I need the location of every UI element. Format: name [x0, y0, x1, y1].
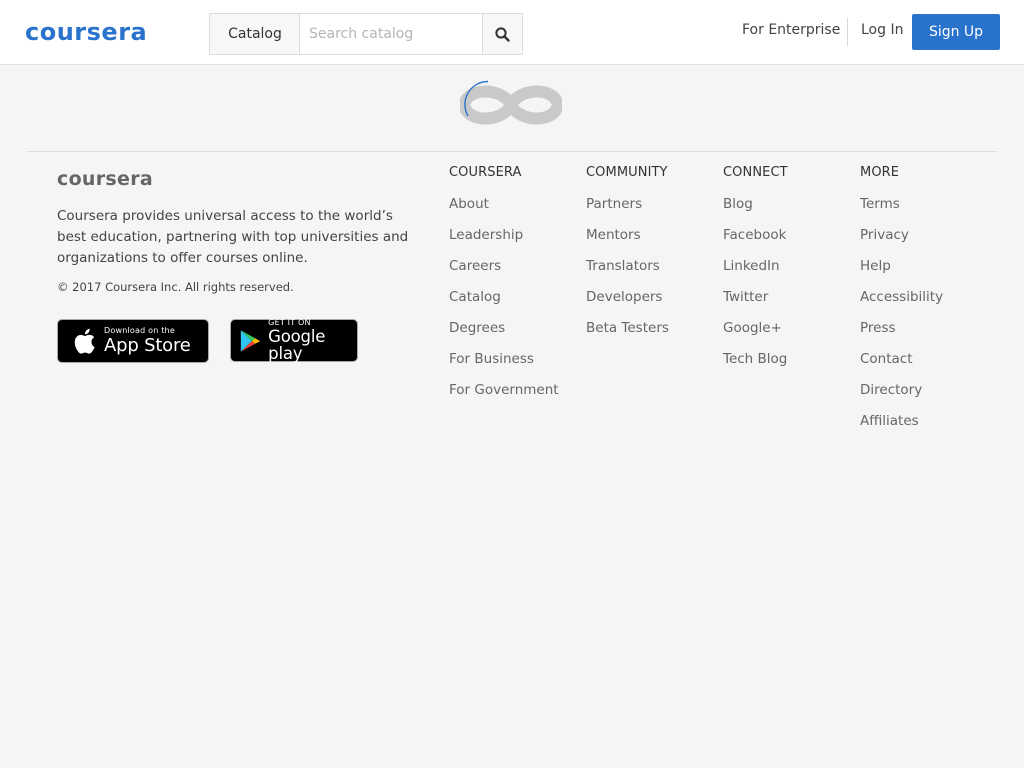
footer-link-twitter[interactable]: Twitter [723, 287, 788, 318]
footer-link-for-government[interactable]: For Government [449, 380, 559, 411]
search-button[interactable] [482, 13, 523, 55]
footer-link-press[interactable]: Press [860, 318, 943, 349]
footer-column-heading: MORE [860, 165, 900, 180]
footer-link-blog[interactable]: Blog [723, 194, 788, 225]
app-store-big: App Store [104, 335, 191, 356]
top-header: coursera Catalog For Enterprise Log In S… [0, 0, 1024, 65]
login-link[interactable]: Log In [861, 22, 903, 38]
footer-divider [27, 151, 997, 152]
footer-link-terms[interactable]: Terms [860, 194, 943, 225]
footer-column-connect: CONNECT Blog Facebook LinkedIn Twitter G… [723, 163, 788, 380]
footer-column-more: MORE Terms Privacy Help Accessibility Pr… [860, 163, 943, 442]
footer-column-heading: COMMUNITY [586, 165, 668, 180]
app-store-badge[interactable]: Download on the App Store [57, 319, 209, 363]
footer-link-translators[interactable]: Translators [586, 256, 669, 287]
nav-divider [847, 18, 848, 46]
footer-link-catalog[interactable]: Catalog [449, 287, 559, 318]
footer-link-linkedin[interactable]: LinkedIn [723, 256, 788, 287]
footer: coursera Coursera provides universal acc… [0, 151, 1024, 524]
google-play-big: Google play [268, 327, 326, 363]
coursera-loading-icon [457, 78, 565, 132]
google-play-badge[interactable]: GET IT ON Google play [230, 319, 358, 362]
google-play-small: GET IT ON [268, 318, 311, 327]
footer-link-developers[interactable]: Developers [586, 287, 669, 318]
catalog-button[interactable]: Catalog [209, 13, 300, 55]
footer-description: Coursera provides universal access to th… [57, 208, 409, 266]
app-store-text: Download on the App Store [104, 327, 191, 355]
footer-column-coursera: COURSERA About Leadership Careers Catalo… [449, 163, 559, 411]
signup-button-label: Sign Up [928, 24, 984, 40]
footer-link-directory[interactable]: Directory [860, 380, 943, 411]
footer-link-degrees[interactable]: Degrees [449, 318, 559, 349]
footer-copyright: © 2017 Coursera Inc. All rights reserved… [57, 280, 294, 294]
footer-link-careers[interactable]: Careers [449, 256, 559, 287]
catalog-button-label: Catalog [228, 26, 282, 42]
signup-button[interactable]: Sign Up [912, 14, 1000, 50]
google-play-text: GET IT ON Google play [268, 319, 357, 362]
footer-link-partners[interactable]: Partners [586, 194, 669, 225]
search-input[interactable] [299, 13, 483, 55]
footer-column-community: COMMUNITY Partners Mentors Translators D… [586, 163, 669, 349]
search-icon [495, 26, 510, 42]
footer-link-help[interactable]: Help [860, 256, 943, 287]
footer-link-tech-blog[interactable]: Tech Blog [723, 349, 788, 380]
svg-text:coursera: coursera [57, 168, 153, 188]
footer-link-privacy[interactable]: Privacy [860, 225, 943, 256]
for-enterprise-link[interactable]: For Enterprise [742, 22, 840, 38]
footer-link-about[interactable]: About [449, 194, 559, 225]
footer-link-affiliates[interactable]: Affiliates [860, 411, 943, 442]
footer-coursera-logo[interactable]: coursera [57, 168, 167, 190]
google-play-icon [240, 329, 260, 352]
footer-link-leadership[interactable]: Leadership [449, 225, 559, 256]
footer-column-heading: COURSERA [449, 165, 522, 180]
footer-link-google-plus[interactable]: Google+ [723, 318, 788, 349]
coursera-logo[interactable]: coursera [25, 18, 153, 46]
app-store-small: Download on the [104, 326, 175, 335]
footer-link-contact[interactable]: Contact [860, 349, 943, 380]
footer-link-beta-testers[interactable]: Beta Testers [586, 318, 669, 349]
apple-icon [74, 328, 95, 354]
footer-link-facebook[interactable]: Facebook [723, 225, 788, 256]
svg-text:coursera: coursera [25, 18, 147, 46]
footer-link-for-business[interactable]: For Business [449, 349, 559, 380]
footer-link-mentors[interactable]: Mentors [586, 225, 669, 256]
footer-link-accessibility[interactable]: Accessibility [860, 287, 943, 318]
footer-column-heading: CONNECT [723, 165, 788, 180]
